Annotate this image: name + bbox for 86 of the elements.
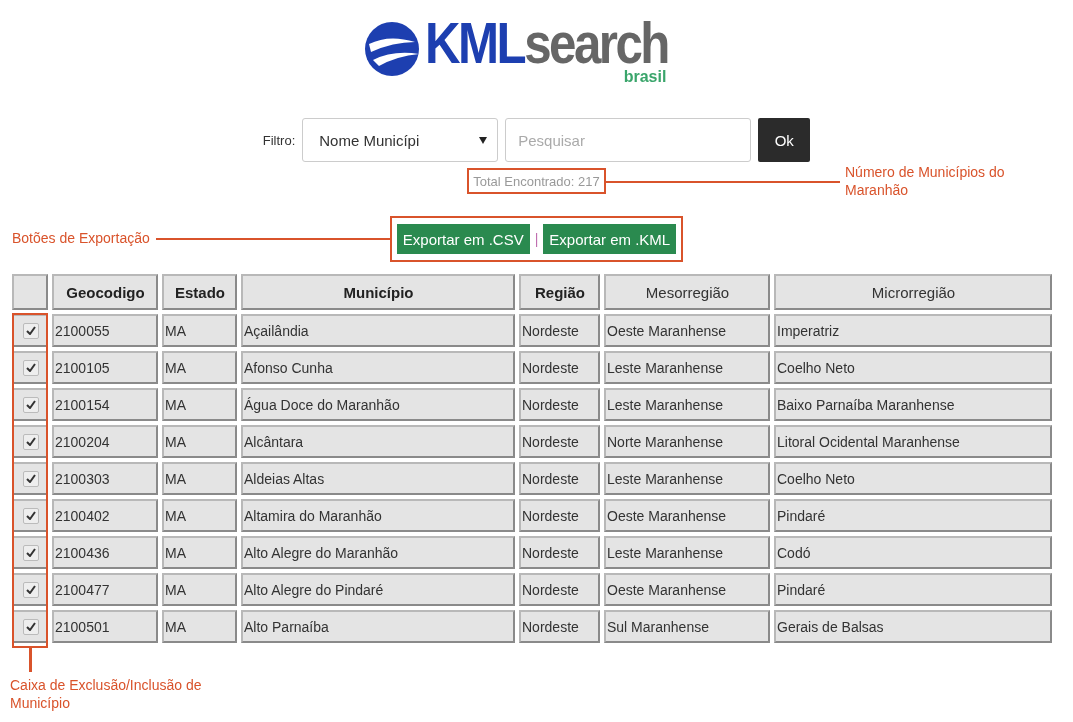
- logo-text: KML: [424, 14, 524, 72]
- checkbox[interactable]: [22, 507, 39, 524]
- table-cell: Oeste Maranhense: [604, 314, 770, 347]
- table-cell: Nordeste: [519, 499, 600, 532]
- table-cell: 2100436: [52, 536, 158, 569]
- leader-line: [29, 648, 32, 672]
- checkbox[interactable]: [22, 359, 39, 376]
- checkbox[interactable]: [22, 544, 39, 561]
- table-cell: Leste Maranhense: [604, 462, 770, 495]
- table-cell: 2100204: [52, 425, 158, 458]
- column-header: Município: [241, 274, 515, 310]
- table-cell: Coelho Neto: [774, 351, 1052, 384]
- table-cell: Pindaré: [774, 573, 1052, 606]
- table-cell: 2100154: [52, 388, 158, 421]
- column-header: Microrregião: [774, 274, 1052, 310]
- table-cell: Alto Alegre do Maranhão: [241, 536, 515, 569]
- table-cell: MA: [162, 573, 237, 606]
- table-cell: Nordeste: [519, 462, 600, 495]
- table-cell: Oeste Maranhense: [604, 499, 770, 532]
- table-cell: 2100303: [52, 462, 158, 495]
- table-cell: MA: [162, 610, 237, 643]
- export-button[interactable]: Exportar em .KML: [543, 224, 677, 254]
- checkbox[interactable]: [22, 470, 39, 487]
- table-cell: Nordeste: [519, 314, 600, 347]
- table-cell: Gerais de Balsas: [774, 610, 1052, 643]
- table-cell: Nordeste: [519, 573, 600, 606]
- table-cell: Litoral Ocidental Maranhense: [774, 425, 1052, 458]
- table-cell: MA: [162, 462, 237, 495]
- table-cell: Baixo Parnaíba Maranhense: [774, 388, 1052, 421]
- table-cell: Nordeste: [519, 388, 600, 421]
- table-cell: Leste Maranhense: [604, 388, 770, 421]
- table-cell: Leste Maranhense: [604, 536, 770, 569]
- table-cell: Alto Parnaíba: [241, 610, 515, 643]
- separator: |: [534, 231, 539, 247]
- table-cell: Nordeste: [519, 536, 600, 569]
- table-cell: Nordeste: [519, 610, 600, 643]
- table-cell: MA: [162, 425, 237, 458]
- table-cell: Sul Maranhense: [604, 610, 770, 643]
- ok-button[interactable]: Ok: [758, 118, 811, 162]
- checkbox[interactable]: [22, 433, 39, 450]
- table-cell: Leste Maranhense: [604, 351, 770, 384]
- table-cell: Norte Maranhense: [604, 425, 770, 458]
- caret-icon: [479, 136, 488, 144]
- table-cell: Nordeste: [519, 351, 600, 384]
- column-header: Estado: [162, 274, 237, 310]
- table-cell: Altamira do Maranhão: [241, 499, 515, 532]
- table-cell: Água Doce do Maranhão: [241, 388, 515, 421]
- column-header: Região: [519, 274, 600, 310]
- table-cell: Codó: [774, 536, 1052, 569]
- checkbox[interactable]: [22, 618, 39, 635]
- table-cell: Afonso Cunha: [241, 351, 515, 384]
- table-cell: Alto Alegre do Pindaré: [241, 573, 515, 606]
- table-cell: Coelho Neto: [774, 462, 1052, 495]
- checkbox[interactable]: [22, 322, 39, 339]
- column-header: Geocodigo: [52, 274, 158, 310]
- annotation-text: Caixa de Exclusão/Inclusão de Município: [10, 676, 203, 712]
- total-count: Total Encontrado: 217: [473, 174, 600, 189]
- table-cell: 2100402: [52, 499, 158, 532]
- table-cell: MA: [162, 536, 237, 569]
- export-button[interactable]: Exportar em .CSV: [396, 224, 530, 254]
- table-cell: Alcântara: [241, 425, 515, 458]
- filter-label: Filtro:: [262, 132, 296, 148]
- table-cell: 2100477: [52, 573, 158, 606]
- checkbox[interactable]: [22, 581, 39, 598]
- table-cell: Nordeste: [519, 425, 600, 458]
- table-cell: 2100055: [52, 314, 158, 347]
- table-cell: MA: [162, 499, 237, 532]
- table-cell: Açailândia: [241, 314, 515, 347]
- table-cell: Oeste Maranhense: [604, 573, 770, 606]
- checkbox[interactable]: [22, 396, 39, 413]
- table-cell: 2100501: [52, 610, 158, 643]
- column-header: Mesorregião: [604, 274, 770, 310]
- table-cell: Imperatriz: [774, 314, 1052, 347]
- search-field[interactable]: Pesquisar: [505, 118, 752, 162]
- filter-dropdown[interactable]: Nome Municípi: [302, 118, 499, 162]
- table-cell: 2100105: [52, 351, 158, 384]
- table-cell: Aldeias Altas: [241, 462, 515, 495]
- annotation-text: Botões de Exportação: [12, 229, 150, 247]
- logo-tagline: brasil: [623, 68, 667, 86]
- table-cell: MA: [162, 351, 237, 384]
- table-cell: MA: [162, 314, 237, 347]
- header-cell: [12, 274, 48, 310]
- globe-icon: [362, 20, 421, 78]
- table-cell: Pindaré: [774, 499, 1052, 532]
- table-cell: MA: [162, 388, 237, 421]
- annotation-text: Número de Municípios do Maranhão: [845, 163, 1006, 199]
